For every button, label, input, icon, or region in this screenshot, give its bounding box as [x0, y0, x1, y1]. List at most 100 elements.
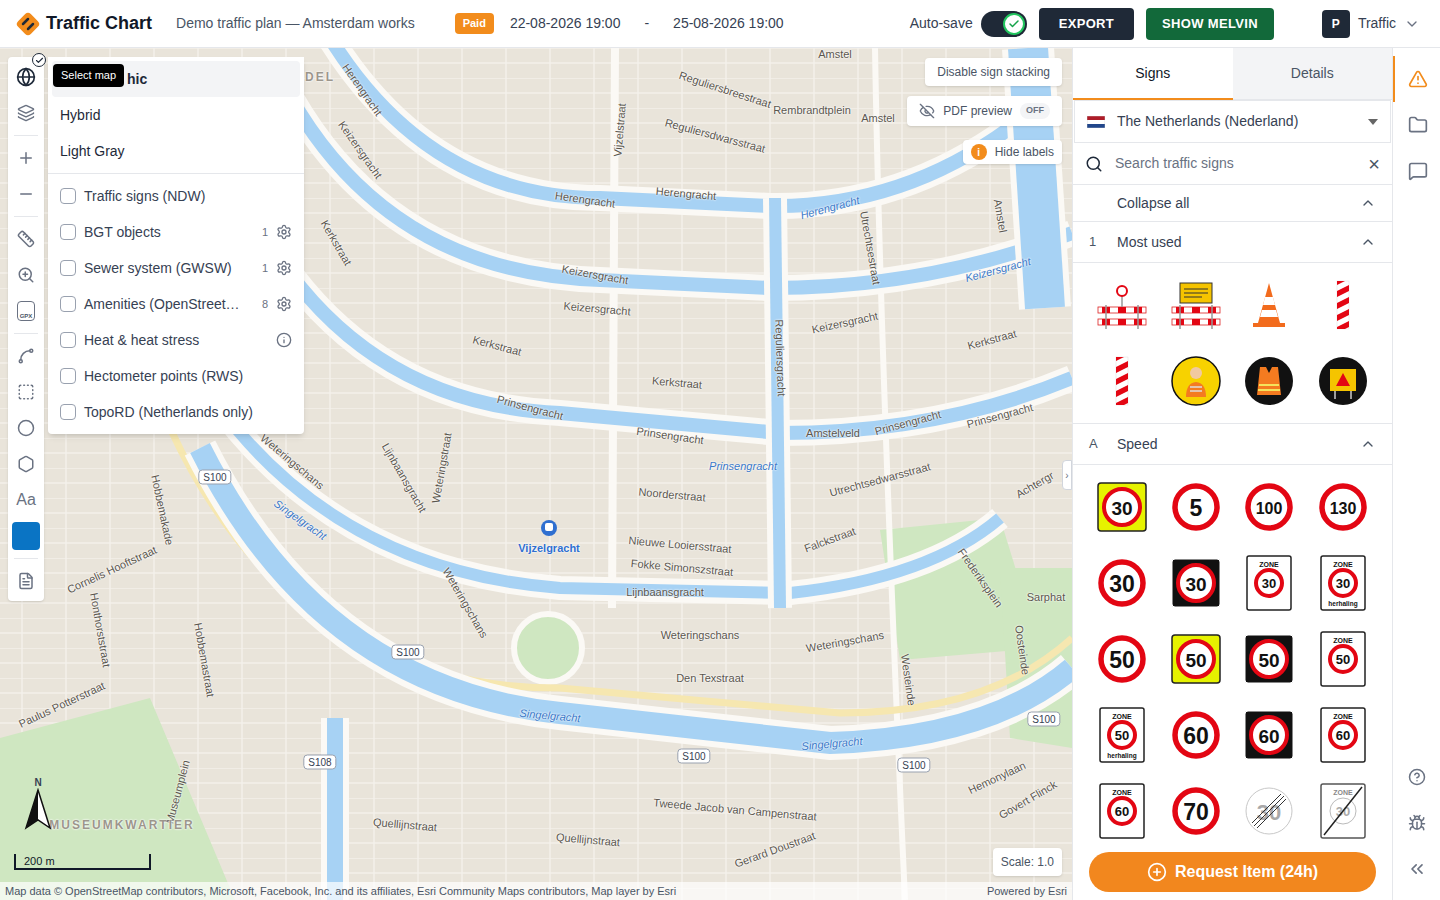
overlay-layer[interactable]: TopoRD (Netherlands only)	[48, 394, 304, 430]
sign-item[interactable]: 60	[1233, 697, 1307, 773]
sign-item[interactable]: 130	[1306, 469, 1380, 545]
sign-item[interactable]: 5	[1159, 469, 1233, 545]
zoom-in-button[interactable]	[8, 140, 44, 176]
speed-sign[interactable]: 50	[1096, 633, 1148, 685]
layer-checkbox[interactable]	[60, 332, 76, 348]
color-button[interactable]	[8, 518, 44, 554]
vest-icon[interactable]	[1241, 353, 1297, 409]
plan-title[interactable]: Demo traffic plan — Amsterdam works	[176, 13, 415, 34]
layer-checkbox[interactable]	[60, 260, 76, 276]
gpx-button[interactable]: GPX	[8, 293, 44, 329]
sign-item[interactable]	[1233, 267, 1307, 343]
report-bug-button[interactable]	[1393, 800, 1440, 846]
sign-item[interactable]	[1159, 343, 1233, 419]
end-date[interactable]: 25-08-2026 19:00	[673, 13, 784, 34]
zone-sign[interactable]: ZONE30herhaling	[1320, 555, 1366, 611]
zone-sign[interactable]: ZONE60	[1099, 783, 1145, 839]
sign-item[interactable]: 70	[1159, 773, 1233, 844]
start-date[interactable]: 22-08-2026 19:00	[510, 13, 621, 34]
collapse-rail-button[interactable]	[1393, 846, 1440, 892]
search-map-button[interactable]	[8, 257, 44, 293]
line-tool-button[interactable]	[8, 338, 44, 374]
sign-item[interactable]: 50	[1159, 621, 1233, 697]
barrier-sign-icon[interactable]	[1168, 277, 1224, 333]
speed-sign[interactable]: 30	[1096, 557, 1148, 609]
cone-icon[interactable]	[1241, 277, 1297, 333]
disable-stacking-button[interactable]: Disable sign stacking	[925, 58, 1062, 86]
overlay-layer[interactable]: Traffic signs (NDW)	[48, 178, 304, 214]
logo[interactable]: Traffic Chart	[14, 10, 152, 38]
collapse-all[interactable]: Collapse all	[1073, 185, 1392, 222]
sign-item[interactable]: 30	[1159, 545, 1233, 621]
gear-icon[interactable]	[276, 224, 292, 240]
sign-item[interactable]: 30	[1233, 773, 1307, 844]
sign-item[interactable]: ZONE50herhaling	[1085, 697, 1159, 773]
zone-sign[interactable]: ZONE50	[1320, 631, 1366, 687]
overlay-layer[interactable]: BGT objects1	[48, 214, 304, 250]
layer-checkbox[interactable]	[60, 404, 76, 420]
sign-item[interactable]: 50	[1085, 621, 1159, 697]
zone-sign[interactable]: ZONE30	[1320, 783, 1366, 839]
speed-sign[interactable]: 50	[1243, 633, 1295, 685]
sign-alert-icon[interactable]	[1315, 353, 1371, 409]
end-speed-sign[interactable]: 30	[1243, 785, 1295, 837]
basemap-option[interactable]: Hybrid	[52, 97, 300, 133]
sign-item[interactable]: 100	[1233, 469, 1307, 545]
beacon-icon[interactable]	[1094, 353, 1150, 409]
speed-sign[interactable]: 130	[1317, 481, 1369, 533]
beacon-icon[interactable]	[1315, 277, 1371, 333]
pdf-preview-toggle[interactable]: PDF previewOFF	[907, 96, 1062, 126]
user-menu[interactable]: PTraffic	[1322, 10, 1420, 38]
request-item-button[interactable]: Request Item (24h)	[1089, 852, 1376, 892]
sign-search[interactable]: Search traffic signs×	[1073, 143, 1392, 185]
measure-button[interactable]	[8, 221, 44, 257]
rail-button[interactable]	[1393, 102, 1440, 148]
zoom-out-button[interactable]	[8, 176, 44, 212]
info-icon[interactable]	[276, 332, 292, 348]
text-tool-button[interactable]: Aa	[8, 482, 44, 518]
overlay-layer[interactable]: Heat & heat stress	[48, 322, 304, 358]
sign-item[interactable]: 30	[1085, 469, 1159, 545]
section-header[interactable]: 1Most used	[1073, 222, 1392, 263]
basemap-option[interactable]: Light Gray	[52, 133, 300, 169]
sign-item[interactable]	[1085, 343, 1159, 419]
sign-item[interactable]: ZONE60	[1085, 773, 1159, 844]
zone-sign[interactable]: ZONE50herhaling	[1099, 707, 1145, 763]
speed-sign[interactable]: 30	[1096, 481, 1148, 533]
speed-sign[interactable]: 5	[1170, 481, 1222, 533]
sign-item[interactable]	[1306, 343, 1380, 419]
sign-item[interactable]	[1085, 267, 1159, 343]
country-select[interactable]: The Netherlands (Nederland)	[1074, 100, 1391, 143]
layer-checkbox[interactable]	[60, 224, 76, 240]
layers-button[interactable]	[8, 95, 44, 131]
overlay-layer[interactable]: Amenities (OpenStreet…8	[48, 286, 304, 322]
section-header[interactable]: ASpeed	[1073, 424, 1392, 465]
barrier-lamp-icon[interactable]	[1094, 277, 1150, 333]
layer-checkbox[interactable]	[60, 188, 76, 204]
overlay-layer[interactable]: Sewer system (GWSW)1	[48, 250, 304, 286]
document-button[interactable]	[8, 563, 44, 599]
sign-item[interactable]: 50	[1233, 621, 1307, 697]
sign-item[interactable]: ZONE30	[1233, 545, 1307, 621]
circle-tool-button[interactable]	[8, 410, 44, 446]
sign-item[interactable]: ZONE50	[1306, 621, 1380, 697]
panel-tab[interactable]: Details	[1233, 48, 1393, 100]
sign-item[interactable]: 60	[1159, 697, 1233, 773]
speed-sign[interactable]: 50	[1170, 633, 1222, 685]
speed-sign[interactable]: 70	[1170, 785, 1222, 837]
map[interactable]: AmstelReguliersbreestraatRembrandtpleinA…	[0, 48, 1072, 900]
sign-item[interactable]: ZONE60	[1306, 697, 1380, 773]
speed-sign[interactable]: 100	[1243, 481, 1295, 533]
layer-checkbox[interactable]	[60, 368, 76, 384]
panel-collapse-handle[interactable]: ›	[1062, 460, 1072, 490]
rail-button[interactable]	[1393, 148, 1440, 194]
worker-icon[interactable]	[1168, 353, 1224, 409]
speed-sign[interactable]: 30	[1170, 557, 1222, 609]
speed-sign[interactable]: 60	[1243, 709, 1295, 761]
sign-item[interactable]: ZONE30	[1306, 773, 1380, 844]
autosave-toggle[interactable]	[981, 11, 1027, 37]
sign-item[interactable]	[1306, 267, 1380, 343]
rail-button[interactable]	[1393, 56, 1440, 102]
layer-checkbox[interactable]	[60, 296, 76, 312]
sign-item[interactable]: 30	[1085, 545, 1159, 621]
